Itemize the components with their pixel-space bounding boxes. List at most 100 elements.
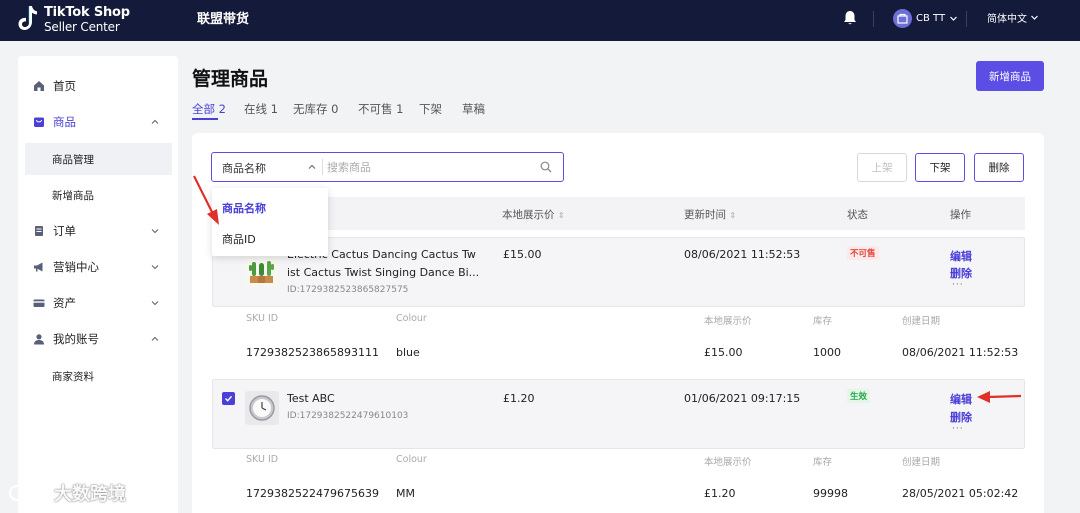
tab-out-of-stock[interactable]: 无库存 0 — [293, 101, 338, 117]
sku-created-date: 28/05/2021 05:02:42 — [902, 487, 1019, 500]
search-field-select[interactable]: 商品名称 — [222, 160, 266, 176]
sidebar-item-label: 商品 — [53, 115, 76, 129]
delete-link[interactable]: 删除 — [950, 265, 972, 281]
publish-button[interactable]: 上架 — [857, 153, 907, 182]
sidebar-item-products[interactable]: 商品 — [18, 107, 178, 137]
sidebar-item-my-account[interactable]: 我的账号 — [18, 324, 178, 354]
chevron-down-icon — [151, 229, 159, 234]
chevron-up-icon — [151, 119, 159, 124]
user-icon — [34, 334, 44, 345]
sidebar-item-label: 订单 — [53, 224, 76, 238]
page-title: 管理商品 — [192, 68, 269, 90]
sidebar-item-assets[interactable]: 资产 — [18, 288, 178, 318]
tab-all[interactable]: 全部 2 — [192, 101, 226, 117]
sku-colour: MM — [396, 487, 415, 500]
sidebar-item-home[interactable]: 首页 — [18, 71, 178, 101]
sku-id: 1729382523865893111 — [246, 346, 379, 359]
sku-header-price: 本地展示价 — [704, 457, 752, 468]
tiktok-logo-icon — [18, 6, 37, 30]
sidebar-item-product-manage[interactable]: 商品管理 — [25, 143, 172, 175]
language-label: 简体中文 — [987, 14, 1027, 25]
sku-header-created: 创建日期 — [902, 457, 941, 468]
sku-stock: 1000 — [813, 346, 841, 359]
product-thumbnail[interactable] — [245, 391, 279, 425]
product-id: ID:1729382523865827575 — [287, 285, 409, 295]
sku-header-sku-id: SKU ID — [246, 313, 279, 324]
watermark: 大数跨境 — [8, 480, 126, 506]
sidebar-item-label: 资产 — [53, 296, 76, 310]
sku-header-stock: 库存 — [813, 316, 833, 327]
column-header-price[interactable]: 本地展示价 ⇕ — [502, 207, 565, 222]
card-icon — [33, 299, 45, 307]
sku-header-stock: 库存 — [813, 457, 833, 468]
home-icon — [34, 81, 44, 91]
more-actions-icon[interactable]: ··· — [952, 280, 964, 290]
search-input[interactable] — [327, 158, 527, 177]
product-bag-icon — [34, 117, 44, 127]
sku-header-colour: Colour — [396, 313, 427, 324]
watch-product-image — [245, 391, 279, 425]
sidebar: 首页 商品 商品管理 新增商品 订单 营销中心 资产 我的账号 商家资料 — [18, 56, 178, 513]
language-selector[interactable]: 简体中文 — [987, 10, 1039, 25]
column-header-operations: 操作 — [950, 209, 971, 221]
search-field-dropdown: 商品名称 商品ID — [212, 188, 328, 256]
sku-created-date: 08/06/2021 11:52:53 — [902, 346, 1019, 359]
product-search-bar: 商品名称 — [211, 152, 564, 182]
sku-header-price: 本地展示价 — [704, 316, 752, 327]
sku-colour: blue — [396, 346, 420, 359]
chevron-down-icon — [1031, 15, 1038, 20]
sort-icon: ⇕ — [557, 211, 565, 220]
row-checkbox[interactable] — [222, 392, 235, 405]
tab-unavailable[interactable]: 不可售 1 — [358, 101, 403, 117]
sidebar-item-orders[interactable]: 订单 — [18, 216, 178, 246]
dropdown-option-product-id[interactable]: 商品ID — [222, 231, 256, 247]
tiktok-shop-logo[interactable]: TikTok Shop Seller Center — [18, 4, 138, 36]
section-title[interactable]: 联盟带货 — [197, 8, 249, 27]
dropdown-option-product-name[interactable]: 商品名称 — [222, 200, 266, 216]
product-name-line[interactable]: Test ABC — [287, 390, 335, 408]
unpublish-button[interactable]: 下架 — [915, 153, 965, 182]
topbar-divider — [873, 11, 874, 27]
sku-stock: 99998 — [813, 487, 848, 500]
tab-online[interactable]: 在线 1 — [244, 101, 278, 117]
search-icon[interactable] — [540, 161, 552, 173]
sidebar-item-label: 新增商品 — [52, 189, 94, 202]
product-thumbnail[interactable] — [245, 253, 279, 287]
sku-header-sku-id: SKU ID — [246, 454, 279, 465]
active-tab-indicator — [192, 118, 218, 120]
cactus-product-image — [245, 253, 279, 287]
chevron-down-icon — [950, 16, 957, 21]
product-price: £1.20 — [503, 392, 535, 405]
logo-title: TikTok Shop — [44, 5, 130, 20]
column-header-updated[interactable]: 更新时间 ⇕ — [684, 207, 736, 222]
more-actions-icon[interactable]: ··· — [952, 424, 964, 434]
sku-id: 1729382522479675639 — [246, 487, 379, 500]
add-product-button[interactable]: 新增商品 — [976, 61, 1044, 91]
column-header-label: 本地展示价 — [502, 209, 555, 221]
avatar — [893, 8, 912, 28]
table-header: 本地展示价 ⇕ 更新时间 ⇕ 状态 操作 — [212, 197, 1025, 230]
tab-drafts[interactable]: 草稿 — [462, 101, 485, 117]
column-header-label: 更新时间 — [684, 209, 726, 221]
logo-subtitle: Seller Center — [44, 20, 120, 34]
delete-button[interactable]: 删除 — [974, 153, 1024, 182]
chevron-down-icon — [151, 301, 159, 306]
sku-price: £1.20 — [704, 487, 736, 500]
megaphone-icon — [34, 262, 43, 272]
delete-link[interactable]: 删除 — [950, 409, 972, 425]
sidebar-item-marketing[interactable]: 营销中心 — [18, 252, 178, 282]
product-name-line[interactable]: ist Cactus Twist Singing Dance Bi... — [287, 264, 479, 282]
edit-link[interactable]: 编辑 — [950, 248, 972, 264]
column-header-status: 状态 — [847, 209, 868, 221]
sku-price: £15.00 — [704, 346, 743, 359]
sidebar-item-label: 我的账号 — [53, 332, 99, 346]
notification-bell-icon[interactable] — [843, 10, 857, 26]
edit-link[interactable]: 编辑 — [950, 391, 972, 407]
tab-delisted[interactable]: 下架 — [419, 101, 442, 117]
chevron-up-icon[interactable] — [307, 162, 317, 172]
account-menu[interactable]: CB TT — [893, 7, 958, 29]
orders-icon — [35, 226, 43, 236]
sidebar-item-merchant-profile[interactable]: 商家资料 — [25, 360, 172, 392]
chevron-up-icon — [151, 336, 159, 341]
sidebar-item-add-product[interactable]: 新增商品 — [25, 179, 172, 211]
